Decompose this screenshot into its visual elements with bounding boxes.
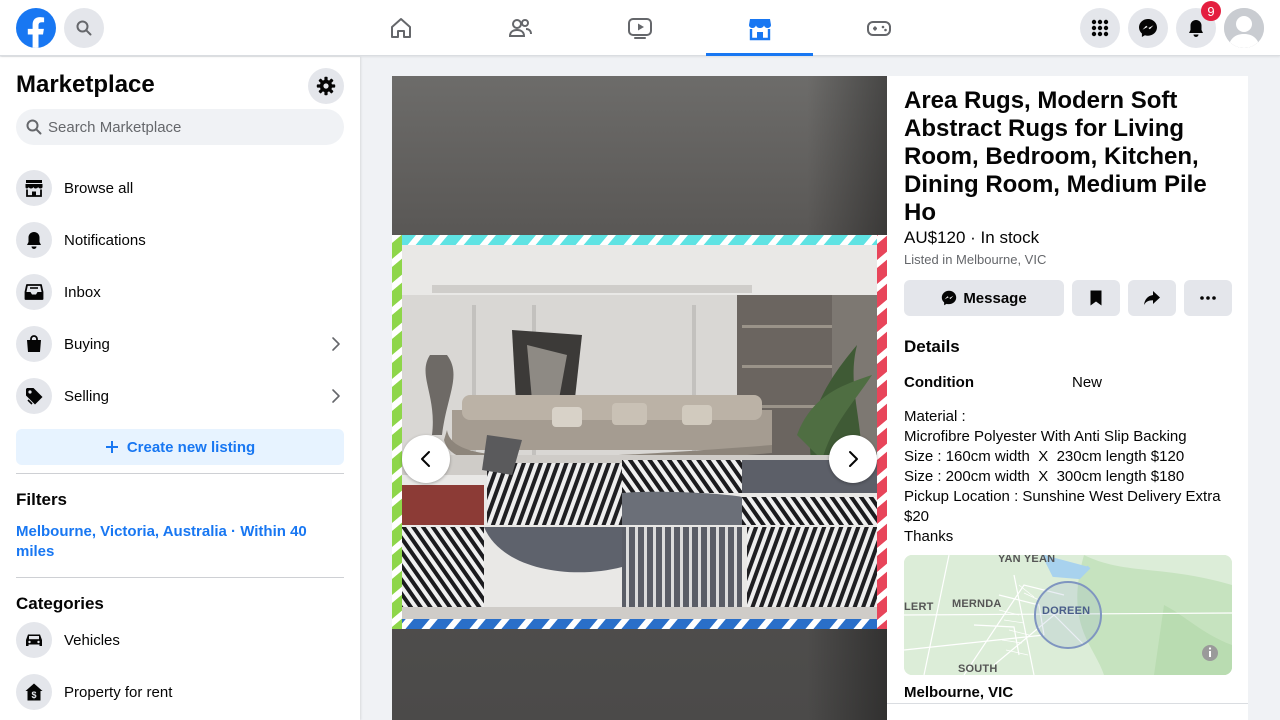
notification-count-badge: 9 — [1201, 1, 1221, 21]
sidebar-item-inbox[interactable]: Inbox — [8, 268, 352, 316]
home-icon — [390, 18, 411, 38]
description-line: Size : 200cm width X 300cm length $180 — [904, 468, 1185, 485]
menu-button[interactable] — [1080, 8, 1120, 48]
profile-avatar[interactable] — [1224, 8, 1264, 48]
condition-value: New — [1072, 374, 1103, 391]
location-filter-link[interactable]: Melbourne, Victoria, Australia · Within … — [16, 522, 326, 562]
settings-button[interactable] — [308, 68, 344, 104]
chevron-left-icon — [421, 451, 430, 467]
more-dots-icon — [1200, 296, 1216, 300]
tab-watch[interactable] — [586, 0, 693, 56]
search-icon — [76, 20, 92, 36]
sidebar-item-label: Browse all — [64, 179, 134, 197]
listing-photo — [392, 235, 887, 629]
price-tag-icon — [16, 378, 52, 414]
bell-icon — [16, 222, 52, 258]
listing-photo-viewer — [392, 76, 887, 720]
divider — [16, 473, 344, 474]
messenger-button[interactable] — [1128, 8, 1168, 48]
sidebar-item-label: Notifications — [64, 231, 146, 249]
facebook-logo[interactable] — [16, 8, 56, 48]
plus-icon — [105, 441, 118, 453]
video-icon — [627, 18, 652, 39]
listing-location-text: Listed in Melbourne, VIC — [904, 252, 1047, 267]
categories-heading: Categories — [16, 594, 104, 613]
share-arrow-icon — [1144, 291, 1160, 305]
marketplace-storefront-icon — [748, 19, 771, 41]
description-line: Thanks — [904, 528, 954, 545]
chevron-right-icon — [332, 337, 340, 351]
gear-icon — [316, 76, 336, 96]
search-input[interactable] — [48, 118, 328, 136]
create-new-listing-button[interactable]: Create new listing — [16, 429, 344, 465]
marketplace-search[interactable] — [16, 109, 344, 145]
category-property-for-rent[interactable]: $ Property for rent — [8, 668, 352, 716]
top-navigation-bar: 9 — [0, 0, 1280, 56]
marketplace-sidebar: Marketplace Browse all — [0, 57, 360, 720]
map-location-label: Melbourne, VIC — [904, 684, 1014, 701]
message-seller-button[interactable]: Message — [904, 280, 1064, 316]
sidebar-item-label: Selling — [64, 387, 110, 405]
map-label: SOUTH — [958, 663, 998, 675]
sidebar-item-browse-all[interactable]: Browse all — [8, 164, 352, 212]
listing-details-panel: Area Rugs, Modern Soft Abstract Rugs for… — [887, 76, 1248, 720]
save-listing-button[interactable] — [1072, 280, 1120, 316]
map-label: YAN YEAN — [998, 555, 1056, 565]
description-line: Microfibre Polyester With Anti Slip Back… — [904, 428, 1187, 445]
divider — [887, 703, 1248, 704]
sidebar-item-label: Buying — [64, 335, 110, 353]
friends-icon — [508, 19, 532, 37]
page-title: Marketplace — [16, 71, 155, 98]
tab-home[interactable] — [347, 0, 454, 56]
sidebar-item-label: Inbox — [64, 283, 101, 301]
share-listing-button[interactable] — [1128, 280, 1176, 316]
sidebar-item-selling[interactable]: Selling — [8, 372, 352, 420]
create-listing-label: Create new listing — [126, 438, 256, 456]
more-options-button[interactable] — [1184, 280, 1232, 316]
svg-text:$: $ — [31, 690, 36, 700]
description-line: Material : — [904, 408, 966, 425]
facebook-f-icon — [27, 17, 45, 48]
tab-gaming[interactable] — [825, 0, 932, 56]
category-label: Vehicles — [64, 631, 120, 649]
listing-title: Area Rugs, Modern Soft Abstract Rugs for… — [904, 87, 1207, 226]
game-controller-icon — [866, 21, 891, 36]
messenger-icon — [942, 290, 957, 306]
inbox-icon — [16, 274, 52, 310]
search-button[interactable] — [64, 8, 104, 48]
category-vehicles[interactable]: Vehicles — [8, 616, 352, 664]
grid-menu-icon — [1091, 19, 1109, 37]
listing-description: Material : Microfibre Polyester With Ant… — [904, 407, 1234, 547]
house-dollar-icon: $ — [16, 674, 52, 710]
condition-label: Condition — [904, 374, 974, 391]
bell-icon — [1189, 20, 1203, 37]
category-label: Property for rent — [64, 683, 173, 701]
car-icon — [16, 622, 52, 658]
description-line: Size : 160cm width X 230cm length $120 — [904, 448, 1185, 465]
sidebar-item-buying[interactable]: Buying — [8, 320, 352, 368]
details-heading: Details — [904, 337, 960, 356]
bookmark-icon — [1090, 290, 1102, 306]
map-label: LERT — [904, 601, 934, 613]
divider — [16, 577, 344, 578]
filters-heading: Filters — [16, 490, 68, 509]
sidebar-item-notifications[interactable]: Notifications — [8, 216, 352, 264]
tab-marketplace[interactable] — [706, 0, 813, 56]
search-icon — [26, 119, 42, 135]
location-map[interactable]: YAN YEAN MERNDA DOREEN LERT SOUTH — [904, 555, 1232, 675]
tab-friends[interactable] — [466, 0, 573, 56]
map-label: MERNDA — [952, 598, 1002, 610]
messenger-icon — [1139, 19, 1157, 37]
map-label: DOREEN — [1042, 605, 1091, 617]
storefront-icon — [16, 170, 52, 206]
default-avatar-icon — [1224, 8, 1264, 48]
shopping-bag-icon — [16, 326, 52, 362]
next-photo-button[interactable] — [829, 435, 877, 483]
description-line: Pickup Location : Sunshine West Delivery… — [904, 488, 1221, 525]
chevron-right-icon — [332, 389, 340, 403]
message-label: Message — [963, 289, 1027, 307]
previous-photo-button[interactable] — [402, 435, 450, 483]
chevron-right-icon — [849, 451, 858, 467]
listing-price: AU$120 · In stock — [904, 228, 1040, 247]
